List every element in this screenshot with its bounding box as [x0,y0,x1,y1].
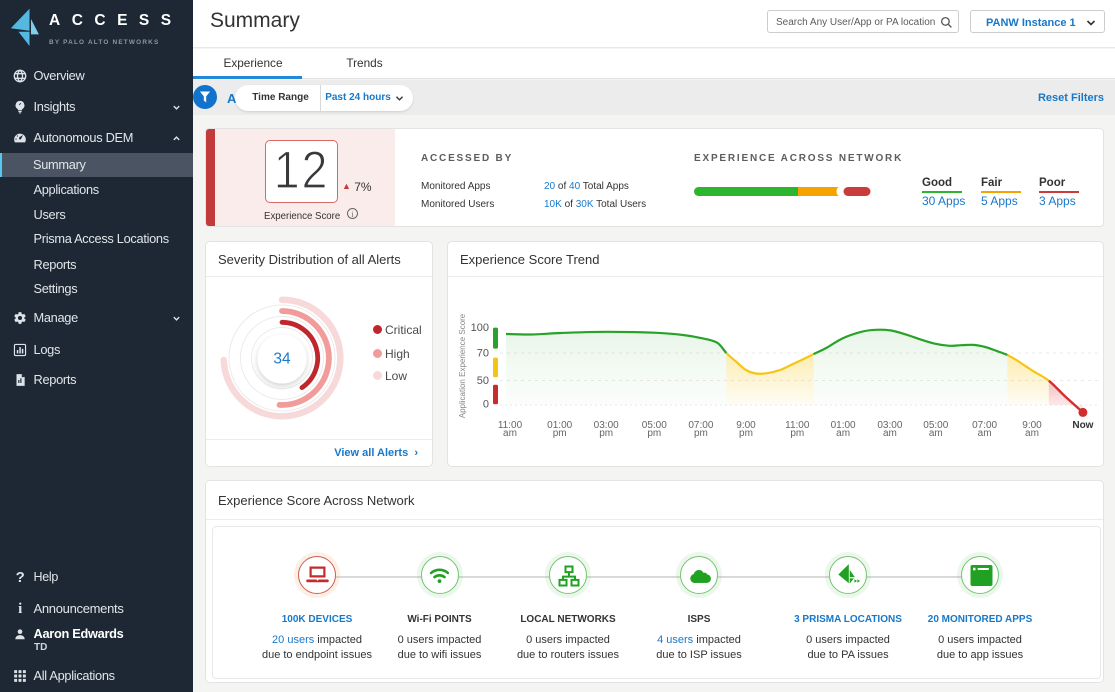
svg-text:Application Experience Score: Application Experience Score [458,313,467,418]
svg-text:34: 34 [273,351,291,368]
svg-text:am: am [836,428,850,439]
svg-text:0: 0 [483,399,489,411]
svg-text:pm: pm [647,428,661,439]
svg-text:70: 70 [477,348,489,360]
svg-text:pm: pm [553,428,567,439]
svg-text:am: am [929,428,943,439]
svg-text:pm: pm [790,428,804,439]
svg-text:pm: pm [599,428,613,439]
svg-text:pm: pm [694,428,708,439]
svg-text:am: am [503,428,517,439]
svg-text:100: 100 [471,322,489,334]
svg-text:am: am [883,428,897,439]
svg-text:am: am [978,428,992,439]
svg-text:am: am [1025,428,1039,439]
svg-text:pm: pm [739,428,753,439]
svg-text:Now: Now [1072,420,1093,431]
svg-text:50: 50 [477,375,489,387]
